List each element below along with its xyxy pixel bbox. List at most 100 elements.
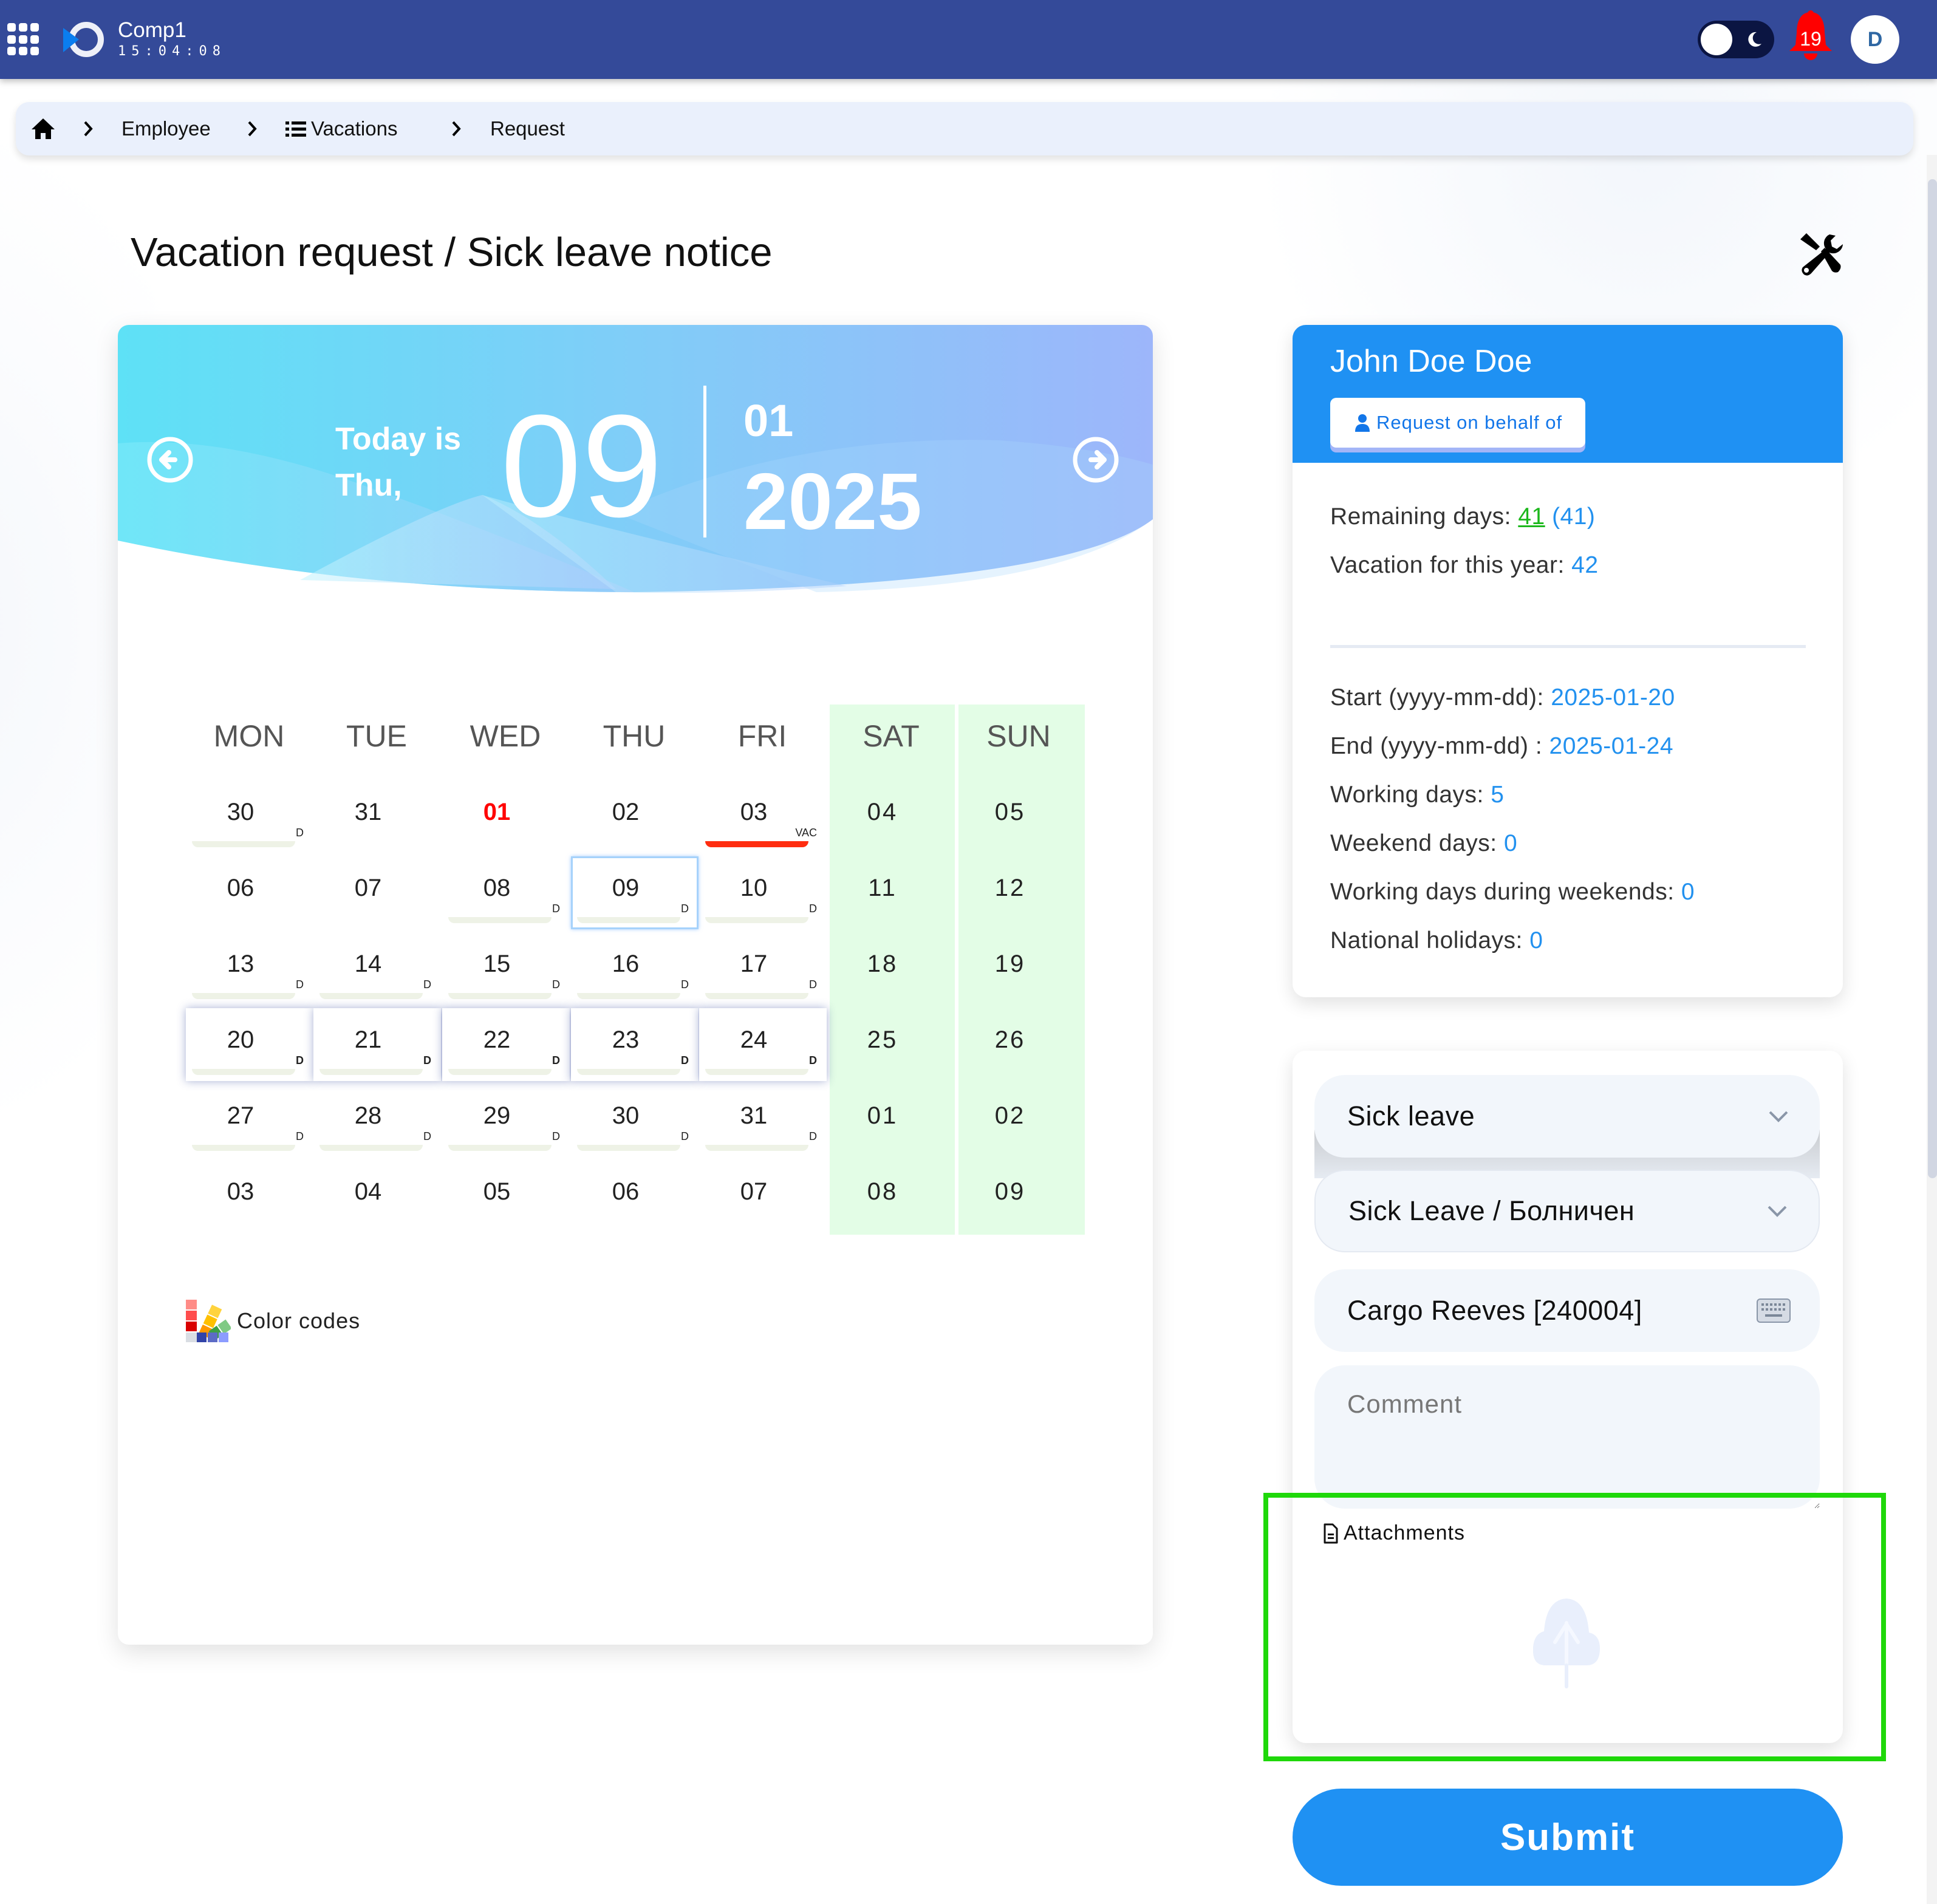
calendar-day-cell[interactable]: 31 — [313, 780, 441, 853]
notification-count: 19 — [1800, 28, 1822, 50]
day-number: 30 — [227, 799, 255, 825]
calendar-day-cell[interactable]: 07 — [699, 1160, 827, 1233]
request-on-behalf-button[interactable]: Request on behalf of — [1330, 398, 1586, 448]
day-indicator-bar — [448, 1069, 552, 1075]
working-days-value: 5 — [1491, 782, 1505, 808]
day-number: 22 — [483, 1026, 511, 1053]
breadcrumb-vacations[interactable]: Vacations — [285, 102, 397, 155]
tools-icon[interactable] — [1798, 231, 1844, 277]
calendar-day-cell[interactable]: 06 — [571, 1160, 699, 1233]
calendar-day-cell[interactable]: 31 D — [699, 1084, 827, 1157]
comment-textarea[interactable] — [1314, 1365, 1820, 1509]
calendar-day-cell[interactable]: 13 D — [186, 932, 313, 1005]
leave-type-select[interactable]: Sick leave — [1314, 1075, 1820, 1158]
calendar-day-cell[interactable]: 19 — [955, 932, 1083, 1005]
calendar-day-cell[interactable]: 27 D — [186, 1084, 313, 1157]
calendar-day-cell[interactable]: 22 D — [442, 1008, 570, 1081]
day-status-tag: VAC — [795, 827, 817, 839]
calendar-day-cell[interactable]: 09 D — [571, 856, 699, 929]
calendar-day-cell[interactable]: 30 D — [571, 1084, 699, 1157]
working-weekends-label: Working days during weekends: — [1330, 879, 1675, 905]
calendar-day-cell[interactable]: 09 — [955, 1160, 1083, 1233]
breadcrumb-request[interactable]: Request — [490, 102, 565, 155]
calendar-day-cell[interactable]: 02 — [571, 780, 699, 853]
color-palette-icon — [186, 1300, 231, 1342]
calendar-day-cell[interactable]: 29 D — [442, 1084, 570, 1157]
calendar-day-cell[interactable]: 26 — [955, 1008, 1083, 1081]
calendar-day-cell[interactable]: 17 D — [699, 932, 827, 1005]
day-number: 30 — [612, 1102, 640, 1129]
calendar-day-cell[interactable]: 01 — [442, 780, 570, 853]
day-status-tag: D — [296, 1130, 304, 1142]
calendar-day-cell[interactable]: 05 — [955, 780, 1083, 853]
calendar-day-cell[interactable]: 30 D — [186, 780, 313, 853]
day-number: 15 — [483, 950, 511, 977]
calendar-day-cell[interactable]: 20 D — [186, 1008, 313, 1081]
breadcrumb-employee[interactable]: Employee — [121, 102, 211, 155]
calendar-day-cell[interactable]: 05 — [442, 1160, 570, 1233]
calendar-day-cell[interactable]: 18 — [828, 932, 955, 1005]
remaining-days-value[interactable]: 41 — [1518, 503, 1545, 530]
day-status-tag: D — [809, 1054, 817, 1066]
calendar-day-cell[interactable]: 06 — [186, 856, 313, 929]
day-number: 09 — [994, 1178, 1026, 1205]
apps-grid-icon[interactable] — [7, 23, 40, 56]
calendar-day-cell[interactable]: 14 D — [313, 932, 441, 1005]
day-status-tag: D — [681, 978, 689, 991]
day-number: 26 — [994, 1026, 1026, 1053]
day-status-tag: D — [552, 903, 560, 915]
calendar-day-cell[interactable]: 08 D — [442, 856, 570, 929]
attachment-upload-dropzone[interactable] — [1414, 1573, 1718, 1719]
day-indicator-bar — [448, 993, 552, 999]
day-status-tag: D — [296, 978, 304, 991]
day-status-tag: D — [552, 978, 560, 991]
user-avatar[interactable]: D — [1851, 15, 1899, 64]
calendar-day-cell[interactable]: 21 D — [313, 1008, 441, 1081]
breadcrumb-home[interactable] — [30, 102, 56, 155]
calendar-day-cell[interactable]: 04 — [313, 1160, 441, 1233]
calendar-day-cell[interactable]: 07 — [313, 856, 441, 929]
day-indicator-bar — [319, 993, 423, 999]
day-number: 06 — [612, 1178, 640, 1205]
day-indicator-bar — [448, 917, 552, 923]
calendar-day-cell[interactable]: 10 D — [699, 856, 827, 929]
start-date-label: Start (yyyy-mm-dd): — [1330, 684, 1544, 711]
day-status-tag: D — [809, 1130, 817, 1142]
day-number: 05 — [483, 1178, 511, 1205]
theme-toggle[interactable] — [1698, 21, 1774, 58]
company-logo-icon[interactable] — [61, 21, 107, 58]
day-number: 18 — [867, 950, 898, 977]
calendar-day-cell[interactable]: 24 D — [699, 1008, 827, 1081]
leave-subtype-select[interactable]: Sick Leave / Болничен — [1314, 1170, 1820, 1252]
previous-month-arrow-icon[interactable] — [146, 435, 194, 484]
substitute-input[interactable]: Cargo Reeves [240004] — [1314, 1269, 1820, 1352]
calendar-day-cell[interactable]: 03 VAC — [699, 780, 827, 853]
attachments-label-text: Attachments — [1344, 1521, 1465, 1544]
calendar-day-cell[interactable]: 25 — [828, 1008, 955, 1081]
next-month-arrow-icon[interactable] — [1071, 435, 1120, 484]
calendar-day-cell[interactable]: 12 — [955, 856, 1083, 929]
calendar-day-cell[interactable]: 01 — [828, 1084, 955, 1157]
day-number: 20 — [227, 1026, 255, 1053]
keyboard-icon[interactable] — [1757, 1298, 1791, 1323]
calendar-day-cell[interactable]: 11 — [828, 856, 955, 929]
color-codes-link[interactable]: Color codes — [185, 1297, 360, 1345]
day-status-tag: D — [552, 1054, 560, 1066]
calendar-day-cell[interactable]: 28 D — [313, 1084, 441, 1157]
toggle-knob — [1701, 24, 1732, 55]
employee-name: John Doe Doe — [1330, 344, 1532, 379]
calendar-day-cell[interactable]: 08 — [828, 1160, 955, 1233]
day-number: 02 — [612, 799, 640, 825]
submit-button[interactable]: Submit — [1293, 1789, 1843, 1886]
national-holidays: National holidays: 0 — [1330, 927, 1543, 954]
scrollbar-thumb[interactable] — [1928, 179, 1937, 1178]
weekday-header-thu: THU — [603, 719, 666, 753]
calendar-day-cell[interactable]: 23 D — [571, 1008, 699, 1081]
day-number: 06 — [227, 875, 255, 901]
calendar-day-cell[interactable]: 02 — [955, 1084, 1083, 1157]
calendar-day-cell[interactable]: 04 — [828, 780, 955, 853]
calendar-day-cell[interactable]: 15 D — [442, 932, 570, 1005]
day-status-tag: D — [681, 1130, 689, 1142]
calendar-day-cell[interactable]: 16 D — [571, 932, 699, 1005]
calendar-day-cell[interactable]: 03 — [186, 1160, 313, 1233]
